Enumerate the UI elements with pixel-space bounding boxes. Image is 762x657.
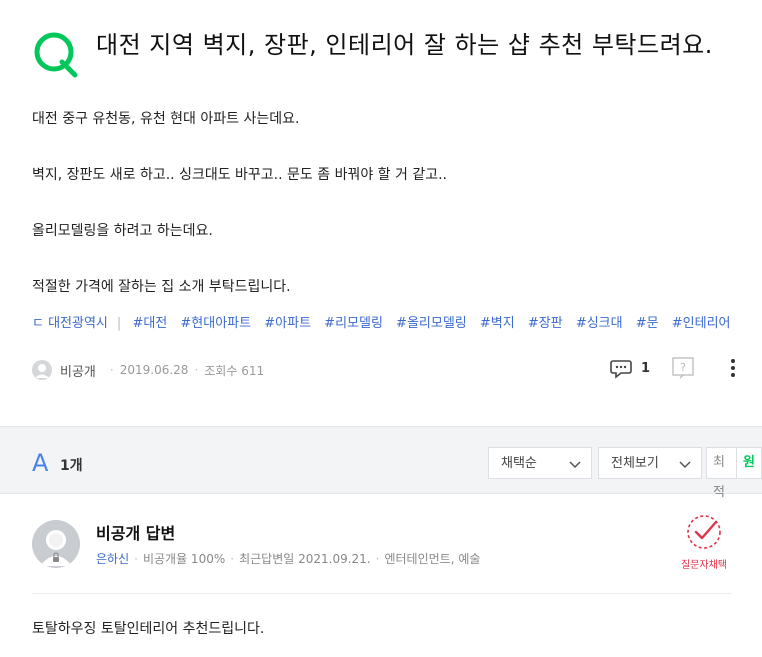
tag[interactable]: #리모델링 <box>324 316 383 331</box>
tag[interactable]: #대전 <box>132 316 167 331</box>
answer-body: 토탈하우징 토탈인테리어 추천드립니다. <box>32 621 265 637</box>
answer-a-icon: A <box>32 449 49 477</box>
tag[interactable]: #벽지 <box>480 316 515 331</box>
sort-option-active[interactable]: 원 <box>736 448 761 478</box>
question-actions: 1 ? <box>609 356 736 380</box>
question-body: 대전 중구 유천동, 유천 현대 아파트 사는데요. 벽지, 장판도 새로 하고… <box>32 108 447 332</box>
sort-option-best[interactable]: 최적 <box>707 448 736 500</box>
last-answer-date: 최근답변일 2021.09.21. <box>239 552 371 566</box>
meta-separator: · <box>375 552 380 566</box>
question-date: 2019.06.28 <box>119 363 189 377</box>
question-body-line: 올리모델링을 하려고 하는데요. <box>32 223 213 239</box>
private-rate: 비공개율 100% <box>142 552 226 566</box>
meta-separator: · <box>109 363 114 377</box>
sort-select-value: 채택순 <box>501 456 537 471</box>
tag[interactable]: #문 <box>636 316 659 331</box>
profile-icon <box>32 520 80 568</box>
question-body-line: 벽지, 장판도 새로 하고.. 싱크대도 바꾸고.. 문도 좀 바꿔야 할 거 … <box>32 167 447 183</box>
question-meta: 비공개 · 2019.06.28 · 조회수 611 <box>32 358 264 382</box>
answerer-nickname[interactable]: 은하신 <box>96 552 129 566</box>
answerer-meta: 은하신 · 비공개율 100% · 최근답변일 2021.09.21. · 엔터테인먼트, … <box>96 550 480 567</box>
tag-location[interactable]: ㄷ 대전광역시 <box>32 316 108 331</box>
question-help-icon[interactable]: ? <box>672 357 694 379</box>
sort-toggle: 최적 원 <box>706 447 762 500</box>
chevron-down-icon <box>679 461 691 469</box>
author-name[interactable]: 비공개 <box>60 361 96 380</box>
question-body-line: 대전 중구 유천동, 유천 현대 아파트 사는데요. <box>32 111 300 127</box>
answer-header-bar: A 1개 채택순 전체보기 최적 원 <box>0 426 762 500</box>
answer-count: 1개 <box>60 458 83 474</box>
divider <box>32 593 732 594</box>
svg-text:?: ? <box>680 361 686 374</box>
adopted-check-icon <box>687 515 721 549</box>
question-q-icon <box>34 32 78 78</box>
tag[interactable]: #올리모델링 <box>396 316 467 331</box>
answer-title: 비공개 답변 <box>96 524 176 543</box>
adopted-label: 질문자채택 <box>681 560 727 571</box>
meta-separator: · <box>230 552 235 566</box>
meta-separator: · <box>194 363 199 377</box>
adopted-badge: 질문자채택 <box>672 512 736 571</box>
view-count: 조회수 611 <box>204 363 265 378</box>
meta-separator: · <box>134 552 138 566</box>
tag-list: ㄷ 대전광역시 | #대전 #현대아파트 #아파트 #리모델링 #올리모델링 #벽… <box>32 312 762 331</box>
author-avatar <box>32 360 52 380</box>
answer-category: 엔터테인먼트, 예술 <box>384 552 481 566</box>
tag[interactable]: #아파트 <box>264 316 311 331</box>
sort-select[interactable]: 채택순 <box>488 447 592 479</box>
filter-select-value: 전체보기 <box>611 456 659 471</box>
comment-icon[interactable] <box>609 356 633 380</box>
profile-icon <box>32 360 52 380</box>
more-menu-icon[interactable] <box>730 358 736 378</box>
tag[interactable]: #인테리어 <box>672 316 731 331</box>
tag[interactable]: #현대아파트 <box>180 316 251 331</box>
tag[interactable]: #싱크대 <box>576 316 623 331</box>
chevron-down-icon <box>569 461 581 469</box>
tag-separator: | <box>116 316 122 331</box>
answerer-avatar[interactable] <box>32 520 80 568</box>
comment-count: 1 <box>640 360 650 376</box>
tag[interactable]: #장판 <box>528 316 563 331</box>
filter-select[interactable]: 전체보기 <box>598 447 702 479</box>
question-title: 대전 지역 벽지, 장판, 인테리어 잘 하는 샵 추천 부탁드려요. <box>96 31 713 59</box>
